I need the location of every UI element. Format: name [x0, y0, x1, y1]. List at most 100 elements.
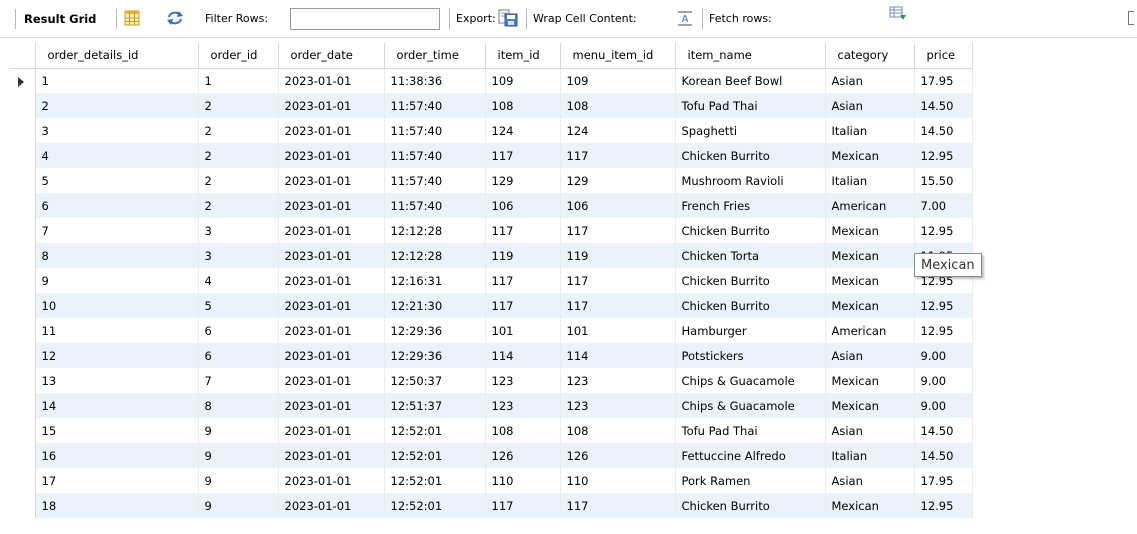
table-cell[interactable]: 12:51:37 — [384, 393, 486, 418]
table-row[interactable]: 8 3 2023-01-01 12:12:28 119 119 Chicken Torta M… — [10, 243, 973, 268]
table-cell[interactable]: 5 — [35, 168, 199, 193]
table-row[interactable]: 5 2 2023-01-01 11:57:40 129 129 Mushroom Ravio… — [10, 168, 973, 193]
table-cell[interactable]: 2023-01-01 — [278, 368, 385, 393]
table-cell[interactable]: Mushroom Ravioli — [675, 168, 826, 193]
table-cell[interactable]: American — [825, 318, 915, 343]
table-cell[interactable]: 11:57:40 — [384, 118, 486, 143]
table-cell[interactable]: 129 — [560, 168, 676, 193]
table-cell[interactable]: 101 — [560, 318, 676, 343]
table-cell[interactable]: 2023-01-01 — [278, 143, 385, 168]
column-header[interactable]: order_time — [384, 43, 486, 69]
wrap-cell-icon[interactable]: A — [677, 11, 693, 26]
table-cell[interactable]: 16 — [35, 443, 199, 468]
table-cell[interactable]: 11:57:40 — [384, 193, 486, 218]
table-row[interactable]: 1 1 2023-01-01 11:38:36 109 109 Korean Beef Bo… — [10, 68, 973, 93]
table-cell[interactable]: 11:38:36 — [384, 68, 486, 93]
table-cell[interactable]: 12.95 — [914, 293, 973, 318]
table-cell[interactable]: 3 — [35, 118, 199, 143]
table-cell[interactable]: 2 — [198, 168, 279, 193]
table-cell[interactable]: 12:16:31 — [384, 268, 486, 293]
table-cell[interactable]: 3 — [198, 218, 279, 243]
table-cell[interactable]: 11 — [35, 318, 199, 343]
table-cell[interactable]: 14.50 — [914, 443, 973, 468]
table-cell[interactable]: 8 — [35, 243, 199, 268]
table-cell[interactable]: 2023-01-01 — [278, 218, 385, 243]
row-header[interactable] — [10, 468, 36, 493]
table-cell[interactable]: 117 — [560, 268, 676, 293]
table-row[interactable]: 14 8 2023-01-01 12:51:37 123 123 Chips & Guaca… — [10, 393, 973, 418]
row-header[interactable] — [10, 168, 36, 193]
table-cell[interactable]: Chips & Guacamole — [675, 368, 826, 393]
table-cell[interactable]: Tofu Pad Thai — [675, 418, 826, 443]
table-cell[interactable]: 2023-01-01 — [278, 393, 385, 418]
table-cell[interactable]: 5 — [198, 293, 279, 318]
table-cell[interactable]: 2023-01-01 — [278, 418, 385, 443]
row-header[interactable] — [10, 218, 36, 243]
row-header[interactable] — [10, 343, 36, 368]
table-cell[interactable]: 12:29:36 — [384, 343, 486, 368]
column-header[interactable]: menu_item_id — [560, 43, 676, 69]
table-cell[interactable]: Spaghetti — [675, 118, 826, 143]
table-cell[interactable]: 6 — [198, 318, 279, 343]
table-cell[interactable]: 2023-01-01 — [278, 343, 385, 368]
table-cell[interactable]: 18 — [35, 493, 199, 518]
table-cell[interactable]: Italian — [825, 168, 915, 193]
table-cell[interactable]: 17 — [35, 468, 199, 493]
filter-rows-input[interactable] — [290, 8, 440, 30]
row-header[interactable] — [10, 368, 36, 393]
table-cell[interactable]: Asian — [825, 468, 915, 493]
table-cell[interactable]: 106 — [560, 193, 676, 218]
table-cell[interactable]: 12 — [35, 343, 199, 368]
row-header[interactable] — [10, 93, 36, 118]
table-cell[interactable]: 2023-01-01 — [278, 268, 385, 293]
table-row[interactable]: 17 9 2023-01-01 12:52:01 110 110 Pork Ramen Asi… — [10, 468, 973, 493]
table-cell[interactable]: French Fries — [675, 193, 826, 218]
table-row[interactable]: 16 9 2023-01-01 12:52:01 126 126 Fettuccine Al… — [10, 443, 973, 468]
table-cell[interactable]: 14.50 — [914, 118, 973, 143]
table-cell[interactable]: 108 — [560, 418, 676, 443]
table-cell[interactable]: 4 — [35, 143, 199, 168]
table-cell[interactable]: 117 — [485, 293, 561, 318]
table-cell[interactable]: Chicken Burrito — [675, 218, 826, 243]
row-header[interactable] — [10, 493, 36, 518]
table-cell[interactable]: 11:57:40 — [384, 168, 486, 193]
table-cell[interactable]: Fettuccine Alfredo — [675, 443, 826, 468]
table-cell[interactable]: 110 — [485, 468, 561, 493]
table-cell[interactable]: Asian — [825, 418, 915, 443]
table-cell[interactable]: 117 — [485, 493, 561, 518]
table-row[interactable]: 4 2 2023-01-01 11:57:40 117 117 Chicken Burrit… — [10, 143, 973, 168]
table-cell[interactable]: 15 — [35, 418, 199, 443]
table-cell[interactable]: Potstickers — [675, 343, 826, 368]
table-cell[interactable]: 114 — [485, 343, 561, 368]
table-cell[interactable]: 2023-01-01 — [278, 193, 385, 218]
table-cell[interactable]: 117 — [560, 218, 676, 243]
table-cell[interactable]: 9 — [198, 493, 279, 518]
table-cell[interactable]: 123 — [560, 393, 676, 418]
table-cell[interactable]: 12:52:01 — [384, 468, 486, 493]
table-cell[interactable]: 2 — [198, 118, 279, 143]
table-cell[interactable]: 117 — [485, 268, 561, 293]
table-cell[interactable]: 8 — [198, 393, 279, 418]
table-cell[interactable]: 7 — [198, 368, 279, 393]
table-cell[interactable]: Chips & Guacamole — [675, 393, 826, 418]
column-header[interactable]: order_details_id — [35, 43, 199, 69]
table-row[interactable]: 11 6 2023-01-01 12:29:36 101 101 Hamburger Amer… — [10, 318, 973, 343]
table-row[interactable]: 12 6 2023-01-01 12:29:36 114 114 Potstickers As… — [10, 343, 973, 368]
table-cell[interactable]: 11:57:40 — [384, 93, 486, 118]
table-cell[interactable]: 2 — [198, 143, 279, 168]
table-cell[interactable]: 9 — [35, 268, 199, 293]
table-cell[interactable]: 2023-01-01 — [278, 168, 385, 193]
table-cell[interactable]: Pork Ramen — [675, 468, 826, 493]
row-header[interactable] — [10, 318, 36, 343]
table-cell[interactable]: 7 — [35, 218, 199, 243]
table-cell[interactable]: Chicken Burrito — [675, 143, 826, 168]
table-cell[interactable]: 101 — [485, 318, 561, 343]
row-header[interactable] — [10, 293, 36, 318]
table-row[interactable]: 13 7 2023-01-01 12:50:37 123 123 Chips & Guaca… — [10, 368, 973, 393]
row-header[interactable] — [10, 143, 36, 168]
table-cell[interactable]: 6 — [35, 193, 199, 218]
table-cell[interactable]: 119 — [485, 243, 561, 268]
grid-view-icon[interactable] — [124, 10, 140, 26]
table-cell[interactable]: 108 — [485, 93, 561, 118]
table-row[interactable]: 15 9 2023-01-01 12:52:01 108 108 Tofu Pad Thai… — [10, 418, 973, 443]
